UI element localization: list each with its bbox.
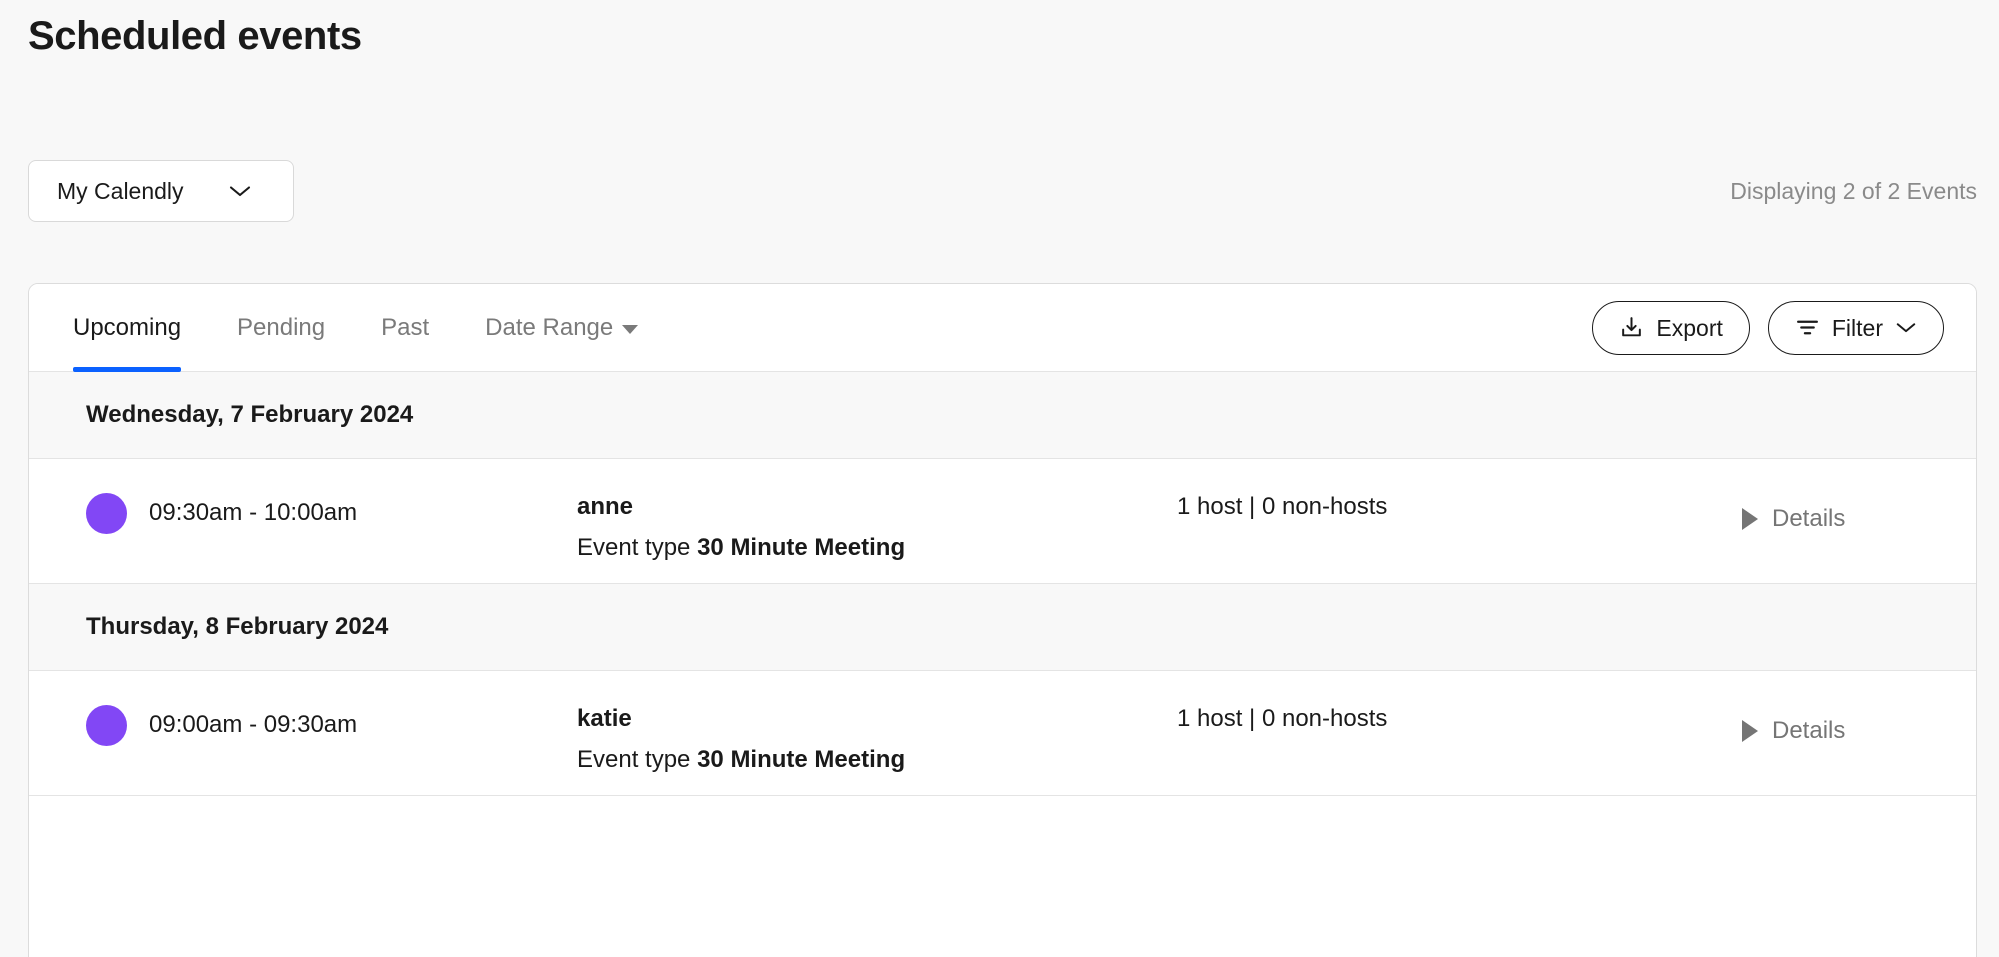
- caret-down-icon: [622, 325, 639, 334]
- displaying-count: Displaying 2 of 2 Events: [1730, 178, 1977, 204]
- events-tabbar: Upcoming Pending Past Date Range Export …: [29, 284, 1976, 372]
- event-type-line: Event type 30 Minute Meeting: [577, 532, 1177, 564]
- tab-past-label: Past: [381, 313, 430, 341]
- event-time: 09:00am - 09:30am: [149, 711, 358, 738]
- tabbar-actions: Export Filter: [1592, 300, 1944, 355]
- tab-pending-label: Pending: [237, 313, 326, 341]
- event-row[interactable]: 09:00am - 09:30am katie Event type 30 Mi…: [29, 671, 1976, 796]
- triangle-right-icon: [1742, 720, 1758, 742]
- scheduled-events-page: Scheduled events My Calendly Displaying …: [0, 0, 1999, 957]
- scope-row: My Calendly Displaying 2 of 2 Events: [28, 160, 1977, 222]
- event-type-prefix: Event type: [577, 534, 698, 561]
- chevron-down-icon: [228, 183, 252, 199]
- export-button-label: Export: [1656, 314, 1723, 341]
- tab-date-range-label: Date Range: [485, 313, 614, 341]
- page-title: Scheduled events: [28, 14, 362, 58]
- avatar: [86, 705, 127, 746]
- event-type-name: 30 Minute Meeting: [697, 534, 906, 561]
- calendly-scope-dropdown[interactable]: My Calendly: [28, 160, 294, 222]
- avatar: [86, 493, 127, 534]
- event-detail-column: katie Event type 30 Minute Meeting: [577, 703, 1177, 776]
- details-button-label: Details: [1772, 505, 1846, 532]
- event-time-column: 09:00am - 09:30am: [29, 703, 577, 747]
- date-group-header: Thursday, 8 February 2024: [29, 584, 1976, 671]
- tab-upcoming[interactable]: Upcoming: [73, 284, 209, 372]
- triangle-right-icon: [1742, 508, 1758, 530]
- details-button-label: Details: [1772, 717, 1846, 744]
- tab-upcoming-label: Upcoming: [73, 313, 182, 341]
- tab-list: Upcoming Pending Past Date Range: [73, 284, 666, 372]
- chevron-down-icon: [1895, 320, 1917, 335]
- invitee-name: katie: [577, 705, 632, 732]
- filter-button-label: Filter: [1831, 314, 1883, 341]
- tab-past[interactable]: Past: [353, 284, 457, 372]
- filter-button[interactable]: Filter: [1767, 300, 1944, 355]
- download-icon: [1619, 315, 1644, 340]
- calendly-scope-label: My Calendly: [57, 178, 184, 204]
- event-type-prefix: Event type: [577, 746, 698, 773]
- details-button[interactable]: Details: [1696, 491, 1976, 533]
- details-button[interactable]: Details: [1696, 703, 1976, 745]
- event-type-line: Event type 30 Minute Meeting: [577, 744, 1177, 776]
- event-type-name: 30 Minute Meeting: [697, 746, 906, 773]
- event-detail-column: anne Event type 30 Minute Meeting: [577, 491, 1177, 564]
- event-time-column: 09:30am - 10:00am: [29, 491, 577, 535]
- event-hosts: 1 host | 0 non-hosts: [1177, 705, 1388, 732]
- event-time: 09:30am - 10:00am: [149, 499, 358, 526]
- date-group-header: Wednesday, 7 February 2024: [29, 372, 1976, 459]
- export-button[interactable]: Export: [1592, 300, 1750, 355]
- event-row[interactable]: 09:30am - 10:00am anne Event type 30 Min…: [29, 459, 1976, 584]
- invitee-name: anne: [577, 493, 634, 520]
- filter-icon: [1795, 315, 1820, 340]
- events-card: Upcoming Pending Past Date Range Export …: [28, 283, 1977, 957]
- tab-pending[interactable]: Pending: [209, 284, 353, 372]
- event-hosts: 1 host | 0 non-hosts: [1177, 493, 1388, 520]
- tab-date-range[interactable]: Date Range: [457, 284, 666, 372]
